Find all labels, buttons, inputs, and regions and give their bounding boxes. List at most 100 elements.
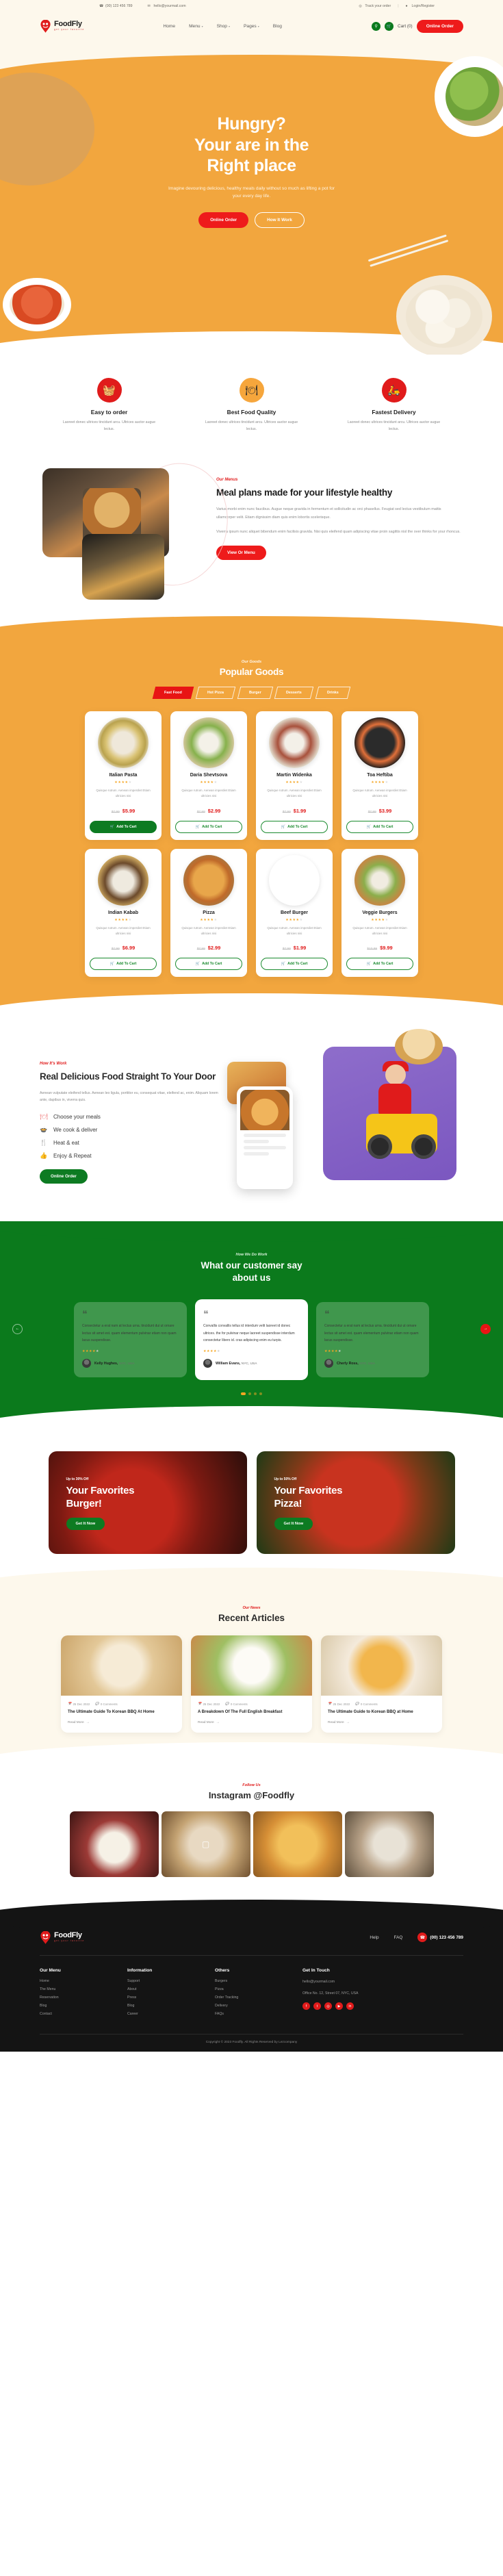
testimonials-row: ❝ Consectetur a erat nam at lectus urna. … [0, 1299, 503, 1381]
footer-link[interactable]: About [127, 1987, 188, 1991]
footer-link[interactable]: Pizza [215, 1987, 275, 1991]
footer-link[interactable]: Career [127, 2012, 188, 2016]
top-bar: ☎ (00) 123 456 789 ✉ hello@yourmail.com … [0, 0, 503, 12]
footer-faq-link[interactable]: FAQ [394, 1935, 403, 1940]
footer-link[interactable]: Reservation [40, 1995, 100, 2000]
login-register-link[interactable]: ● Login/Register [406, 4, 435, 8]
add-to-cart-button[interactable]: 🛒 Add To Cart [261, 820, 328, 833]
thumbs-up-icon: 👍 [40, 1151, 48, 1159]
product-card[interactable]: Italian Pasta ★★★★★ Quisque rutrum. Aenean… [85, 711, 162, 840]
track-order-link[interactable]: ◎ Track your order [359, 4, 391, 8]
footer-link[interactable]: Delivery [215, 2004, 275, 2008]
promo-get-it-now-button[interactable]: Get It Now [274, 1518, 313, 1531]
tab-hot-pizza[interactable]: Hot Pizza [195, 687, 235, 700]
promo-burger-banner[interactable]: Up to 30% Off Your Favorites Burger! Get… [48, 1451, 247, 1555]
search-icon[interactable]: ⚲ [372, 21, 381, 31]
hero-section: Hungry? Your are in the Right place Imag… [0, 40, 503, 355]
hero-how-it-work-button[interactable]: How It Work [255, 212, 305, 228]
login-register-label: Login/Register [411, 4, 435, 8]
footer-link[interactable]: Contact [40, 2012, 100, 2016]
tab-fast-food[interactable]: Fast Food [152, 687, 194, 700]
instagram-post-3[interactable] [253, 1811, 342, 1877]
view-menu-button[interactable]: View Or Menu [216, 545, 266, 560]
top-bar-phone[interactable]: ☎ (00) 123 456 789 [99, 4, 133, 8]
nav-item-menu[interactable]: Menu ▾ [189, 24, 203, 29]
read-more-link[interactable]: Read More → [68, 1721, 175, 1724]
hero-online-order-button[interactable]: Online Order [198, 212, 249, 228]
read-more-link[interactable]: Read More → [328, 1721, 435, 1724]
footer-link[interactable]: Press [127, 1995, 188, 2000]
instagram-title: Instagram @Foodfly [208, 1789, 295, 1800]
carousel-prev-button[interactable]: ← [12, 1323, 23, 1334]
product-card[interactable]: Martin Widenka ★★★★★ Quisque rutrum. Aenea… [256, 711, 333, 840]
read-more-link[interactable]: Read More → [198, 1721, 305, 1724]
cart-icon[interactable]: 🛒 [385, 21, 394, 31]
instagram-post-4[interactable] [344, 1811, 434, 1877]
product-card[interactable]: Daria Shevtsova ★★★★★ Quisque rutrum. Aene… [170, 711, 247, 840]
product-card[interactable]: Toa Heftiba ★★★★★ Quisque rutrum. Aenean i… [341, 711, 418, 840]
product-name: Toa Heftiba [367, 773, 393, 778]
carousel-dot-2[interactable] [248, 1392, 251, 1396]
nav-item-home[interactable]: Home [163, 24, 175, 29]
tab-desserts[interactable]: Desserts [274, 687, 314, 700]
add-to-cart-button[interactable]: 🛒 Add To Cart [346, 957, 413, 970]
footer-link[interactable]: Burgers [215, 1979, 275, 1983]
how-title: Real Delicious Food Straight To Your Doo… [40, 1071, 216, 1082]
promo-get-it-now-button[interactable]: Get It Now [66, 1518, 105, 1531]
youtube-icon[interactable]: ▶ [335, 2002, 343, 2011]
footer-link[interactable]: Support [127, 1979, 188, 1983]
article-card[interactable]: 📅 25 Dec 2022 💬 0 Comments The Ultimate Guid… [61, 1635, 182, 1733]
footer-phone[interactable]: ☎ (00) 123 456 789 [417, 1933, 463, 1943]
add-to-cart-button[interactable]: 🛒 Add To Cart [175, 820, 242, 833]
footer-link[interactable]: FAQs [215, 2012, 275, 2016]
carousel-next-button[interactable]: → [480, 1323, 491, 1334]
footer-link[interactable]: Blog [127, 2004, 188, 2008]
rider-photo [323, 1046, 456, 1180]
footer-link[interactable]: The Menu [40, 1987, 100, 1991]
footer-brand[interactable]: FoodFly get your favorite [40, 1930, 84, 1944]
promo-pizza-banner[interactable]: Up to 50% Off Your Favorites Pizza! Get … [256, 1451, 455, 1555]
add-to-cart-button[interactable]: 🛒 Add To Cart [90, 957, 157, 970]
product-description: Quisque rutrum. Aenean imperdiet Etiam u… [352, 926, 407, 935]
article-card[interactable]: 📅 25 Dec 2022 💬 0 Comments The Ultimate Guid… [321, 1635, 442, 1733]
footer-help-link[interactable]: Help [370, 1935, 378, 1940]
footer-link[interactable]: Order Tracking [215, 1995, 275, 2000]
brand-logo[interactable]: FoodFly get your favorite [40, 19, 84, 33]
nav-item-pages[interactable]: Pages ▾ [244, 24, 259, 29]
nav-item-blog[interactable]: Blog [273, 24, 282, 29]
online-order-button[interactable]: Online Order [416, 19, 463, 33]
product-card[interactable]: Veggie Burgers ★★★★★ Quisque rutrum. Aenea… [341, 848, 418, 977]
instagram-icon[interactable]: ◎ [324, 2002, 332, 2011]
tab-burger[interactable]: Burger [237, 687, 273, 700]
phone-content-rows [240, 1130, 289, 1156]
promo-eyebrow: Up to 50% Off [274, 1477, 297, 1482]
how-online-order-button[interactable]: Online Order [40, 1169, 88, 1184]
carousel-dot-1[interactable] [241, 1392, 246, 1396]
linkedin-icon[interactable]: in [346, 2002, 354, 2011]
product-card[interactable]: Beef Burger ★★★★★ Quisque rutrum. Aenean i… [256, 848, 333, 977]
footer-address: Office No. 12, Street 07, NYC, USA [302, 1991, 359, 1995]
instagram-post-2[interactable]: ▢ [161, 1811, 250, 1877]
add-to-cart-button[interactable]: 🛒 Add To Cart [261, 957, 328, 970]
nav-item-shop[interactable]: Shop ▾ [217, 24, 230, 29]
cart-label[interactable]: Cart (0) [398, 24, 413, 29]
nav-label: Pages [244, 23, 257, 29]
add-to-cart-button[interactable]: 🛒 Add To Cart [346, 820, 413, 833]
footer-email[interactable]: hello@yourmail.com [302, 1979, 363, 1986]
footer-link[interactable]: Blog [40, 2004, 100, 2008]
testimonials-inner: How We Do Work What our customer say abo… [0, 1253, 503, 1396]
carousel-dot-3[interactable] [254, 1392, 257, 1396]
facebook-icon[interactable]: f [302, 2002, 310, 2011]
footer-link[interactable]: Home [40, 1979, 100, 1983]
product-card[interactable]: Pizza ★★★★★ Quisque rutrum. Aenean imperdi… [170, 848, 247, 977]
add-to-cart-button[interactable]: 🛒 Add To Cart [90, 820, 157, 833]
add-to-cart-button[interactable]: 🛒 Add To Cart [175, 957, 242, 970]
article-card[interactable]: 📅 25 Dec 2022 💬 0 Comments A Breakdown Of Th… [191, 1635, 312, 1733]
twitter-icon[interactable]: t [313, 2002, 321, 2011]
arrow-right-icon: → [216, 1720, 220, 1724]
tab-drinks[interactable]: Drinks [315, 687, 351, 700]
carousel-dot-4[interactable] [259, 1392, 262, 1396]
instagram-post-1[interactable] [69, 1811, 159, 1877]
product-card[interactable]: Indian Kabab ★★★★★ Quisque rutrum. Aenean … [85, 848, 162, 977]
top-bar-email[interactable]: ✉ hello@yourmail.com [148, 4, 186, 8]
